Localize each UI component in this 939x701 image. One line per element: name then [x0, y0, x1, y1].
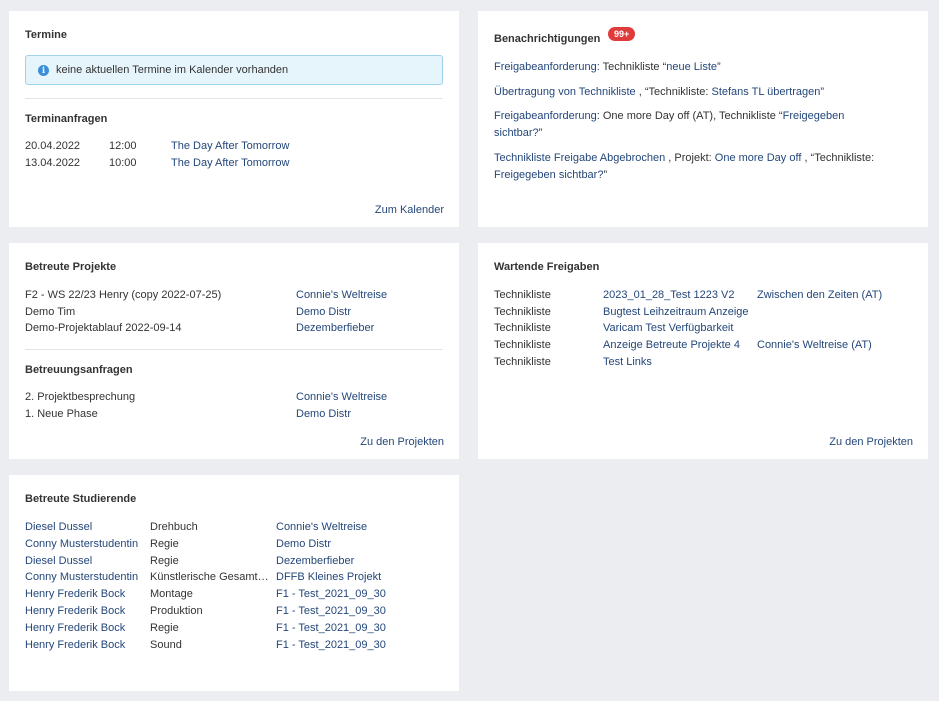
student-role: Künstlerische Gesamt… — [150, 571, 269, 584]
student-role: Sound — [150, 638, 182, 651]
freigabe-type: Technikliste — [494, 305, 551, 318]
termine-card: Termine i keine aktuellen Termine im Kal… — [9, 11, 459, 227]
betreute-projekte-card: Betreute Projekte F2 - WS 22/23 Henry (c… — [9, 243, 459, 459]
notification-item: Freigabeanforderung: One more Day off (A… — [494, 108, 912, 142]
termin-date: 13.04.2022 — [25, 157, 81, 169]
termine-title: Termine — [25, 29, 67, 41]
notification-text: ” — [538, 127, 543, 139]
notification-link[interactable]: Übertragung von Technikliste — [494, 86, 636, 98]
notification-text: ” — [820, 86, 825, 98]
notification-link[interactable]: Freigabeanforderung: — [494, 61, 600, 73]
betreuungsanfragen-title: Betreuungsanfragen — [25, 364, 133, 376]
student-role: Regie — [150, 554, 179, 567]
freigabe-projekt-link[interactable]: Zwischen den Zeiten (AT) — [757, 289, 882, 301]
student-link[interactable]: Conny Musterstudentin — [25, 538, 148, 550]
freigabe-type: Technikliste — [494, 339, 551, 352]
info-icon: i — [38, 65, 49, 76]
wartende-freigaben-card: Wartende Freigaben Technikliste 2023_01_2… — [478, 243, 928, 459]
student-projekt-link[interactable]: F1 - Test_2021_09_30 — [276, 639, 386, 651]
notification-link[interactable]: Stefans TL übertragen — [711, 86, 820, 98]
termin-date: 20.04.2022 — [25, 140, 81, 152]
student-link[interactable]: Henry Frederik Bock — [25, 639, 148, 651]
termine-info-text: keine aktuellen Termine im Kalender vorh… — [56, 64, 289, 76]
freigabe-type: Technikliste — [494, 289, 551, 301]
notification-text: , “Technikliste: — [635, 86, 712, 98]
notification-text: One more Day off (AT), Technikliste “ — [599, 110, 783, 122]
projekt-name: Demo Tim — [25, 305, 76, 318]
student-link[interactable]: Henry Frederik Bock — [25, 588, 148, 600]
student-link[interactable]: Diesel Dussel — [25, 555, 148, 567]
termin-time: 12:00 — [109, 140, 137, 152]
notification-item: Technikliste Freigabe Abgebrochen , Proj… — [494, 150, 912, 184]
notification-text: Technikliste “ — [599, 61, 667, 73]
notification-count-badge: 99+ — [608, 27, 636, 41]
projekt-link[interactable]: Connie's Weltreise — [296, 289, 387, 301]
notification-link[interactable]: neue Liste — [666, 61, 717, 73]
betreute-studierende-card: Betreute Studierende Diesel Dussel Drehbu… — [9, 475, 459, 691]
freigabe-type: Technikliste — [494, 355, 551, 368]
anfrage-name: 2. Projektbesprechung — [25, 391, 136, 403]
freigabe-type: Technikliste — [494, 322, 551, 335]
notification-item: Freigabeanforderung: Technikliste “neue … — [494, 59, 912, 76]
student-projekt-link[interactable]: F1 - Test_2021_09_30 — [276, 622, 386, 634]
student-projekt-link[interactable]: F1 - Test_2021_09_30 — [276, 588, 386, 600]
student-role: Regie — [150, 621, 179, 634]
notification-text: ” — [603, 169, 608, 181]
anfrage-projekt-link[interactable]: Demo Distr — [296, 408, 351, 420]
freigabe-projekt-link[interactable]: Connie's Weltreise (AT) — [757, 339, 872, 351]
freigabe-item-link[interactable]: Anzeige Betreute Projekte 4 — [603, 339, 740, 351]
notification-text: , Projekt: — [665, 152, 715, 164]
projekt-name: Demo-Projektablauf 2022-09-14 — [25, 322, 182, 334]
terminanfragen-title: Terminanfragen — [25, 113, 108, 125]
freigabe-item-link[interactable]: Bugtest Leihzeitraum Anzeige — [603, 306, 749, 318]
student-role: Drehbuch — [150, 521, 198, 533]
zu-den-projekten-link[interactable]: Zu den Projekten — [829, 436, 913, 448]
student-role: Montage — [150, 588, 193, 601]
termine-info-box: i keine aktuellen Termine im Kalender vo… — [25, 55, 443, 85]
student-link[interactable]: Henry Frederik Bock — [25, 622, 148, 634]
termin-time: 10:00 — [109, 157, 137, 169]
student-projekt-link[interactable]: F1 - Test_2021_09_30 — [276, 605, 386, 617]
benachrichtigungen-title: Benachrichtigungen — [494, 33, 601, 45]
student-role: Produktion — [150, 605, 203, 617]
divider — [25, 349, 443, 350]
notification-link[interactable]: One more Day off — [715, 152, 802, 164]
projekt-link[interactable]: Demo Distr — [296, 306, 351, 318]
notification-link[interactable]: Freigegeben — [783, 110, 845, 122]
student-projekt-link[interactable]: Connie's Weltreise — [276, 521, 367, 533]
student-role: Regie — [150, 537, 179, 550]
notification-link[interactable]: Freigabeanforderung: — [494, 110, 600, 122]
student-projekt-link[interactable]: Demo Distr — [276, 538, 331, 550]
student-projekt-link[interactable]: Dezemberfieber — [276, 555, 354, 567]
notification-link[interactable]: Freigegeben sichtbar? — [494, 169, 603, 181]
termin-event-link[interactable]: The Day After Tomorrow — [171, 140, 289, 152]
projekt-link[interactable]: Dezemberfieber — [296, 322, 374, 334]
freigabe-item-link[interactable]: Varicam Test Verfügbarkeit — [603, 322, 733, 334]
freigabe-item-link[interactable]: 2023_01_28_Test 1223 V2 — [603, 289, 735, 301]
wartende-freigaben-title: Wartende Freigaben — [494, 261, 600, 273]
student-projekt-link[interactable]: DFFB Kleines Projekt — [276, 571, 381, 583]
zum-kalender-link[interactable]: Zum Kalender — [375, 204, 444, 216]
notification-link[interactable]: Technikliste Freigabe Abgebrochen — [494, 152, 665, 164]
benachrichtigungen-card: Benachrichtigungen 99+ Freigabeanforderu… — [478, 11, 928, 227]
student-link[interactable]: Conny Musterstudentin — [25, 571, 148, 583]
betreute-studierende-title: Betreute Studierende — [25, 493, 137, 505]
zu-den-projekten-link[interactable]: Zu den Projekten — [360, 436, 444, 448]
anfrage-name: 1. Neue Phase — [25, 408, 98, 420]
anfrage-projekt-link[interactable]: Connie's Weltreise — [296, 391, 387, 403]
divider — [25, 98, 443, 99]
notification-text: , “Technikliste: — [801, 152, 875, 164]
termin-event-link[interactable]: The Day After Tomorrow — [171, 157, 289, 169]
freigabe-item-link[interactable]: Test Links — [603, 356, 652, 368]
notification-link[interactable]: sichtbar? — [494, 127, 539, 139]
notification-text: ” — [717, 61, 721, 73]
notification-item: Übertragung von Technikliste , “Technikl… — [494, 84, 912, 101]
projekt-name: F2 - WS 22/23 Henry (copy 2022-07-25) — [25, 289, 222, 301]
student-link[interactable]: Diesel Dussel — [25, 521, 148, 533]
student-link[interactable]: Henry Frederik Bock — [25, 605, 148, 617]
betreute-projekte-title: Betreute Projekte — [25, 261, 117, 273]
